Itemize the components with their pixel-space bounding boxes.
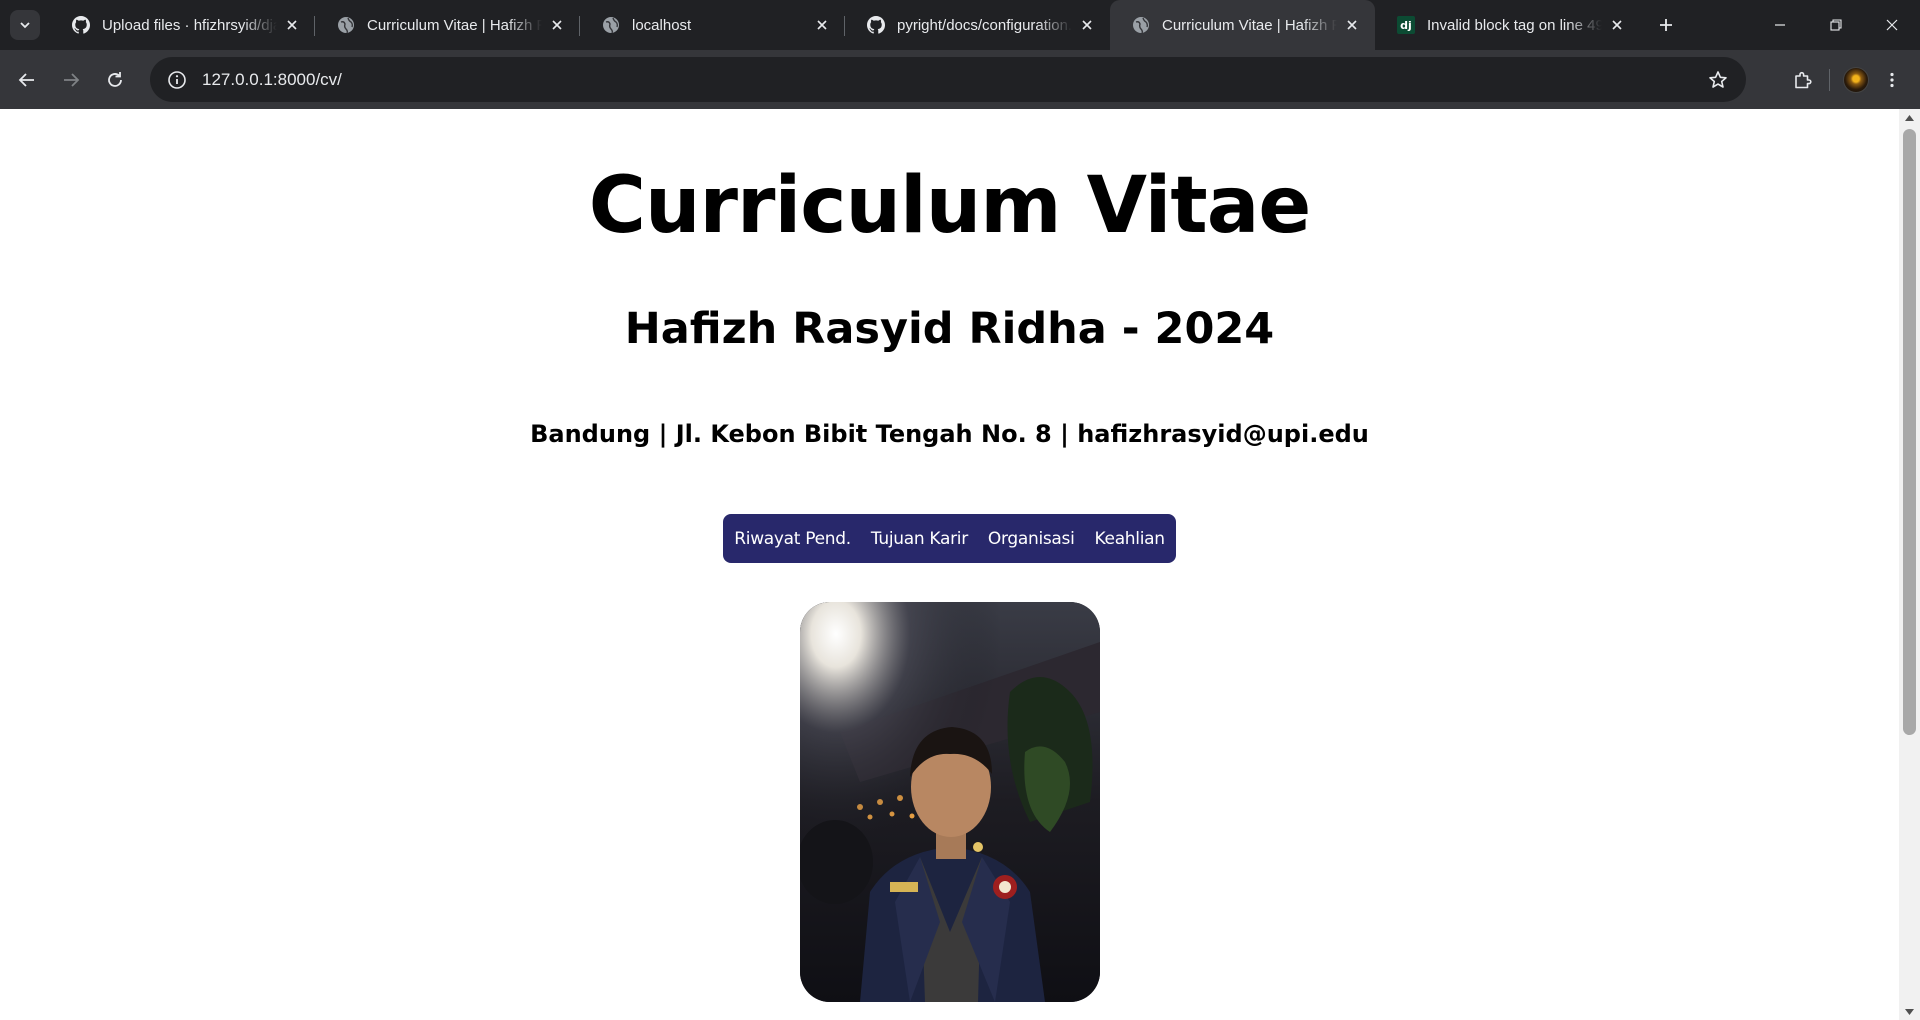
tab[interactable]: localhost — [580, 0, 845, 50]
minimize-button[interactable] — [1752, 0, 1808, 50]
url-text[interactable]: 127.0.0.1:8000/cv/ — [202, 70, 1706, 90]
scroll-down-arrow-icon[interactable] — [1899, 1003, 1920, 1020]
close-window-button[interactable] — [1864, 0, 1920, 50]
restore-button[interactable] — [1808, 0, 1864, 50]
close-icon — [1886, 19, 1898, 31]
menu-button[interactable] — [1874, 62, 1910, 98]
profile-photo — [800, 602, 1100, 1002]
address-bar[interactable]: 127.0.0.1:8000/cv/ — [150, 57, 1746, 102]
scrollbar-thumb[interactable] — [1903, 129, 1916, 735]
tab-title: Invalid block tag on line 49 — [1427, 16, 1602, 34]
chevron-down-icon — [20, 22, 30, 29]
django-icon: dj — [1397, 16, 1415, 34]
contact-info: Bandung | Jl. Kebon Bibit Tengah No. 8 |… — [530, 420, 1369, 448]
puzzle-icon — [1795, 71, 1812, 88]
section-nav: Riwayat Pend. Tujuan Karir Organisasi Ke… — [723, 514, 1176, 563]
tab-title: localhost — [632, 16, 692, 34]
github-icon — [867, 16, 885, 34]
reload-icon — [108, 71, 122, 87]
tab-strip: Upload files · hfizhrsyid/django Curricu… — [0, 0, 1920, 50]
name-heading: Hafizh Rasyid Ridha - 2024 — [624, 304, 1275, 354]
extensions-button[interactable] — [1785, 62, 1821, 98]
vertical-scrollbar[interactable] — [1899, 109, 1920, 1020]
bookmark-star-icon[interactable] — [1706, 68, 1730, 92]
close-icon[interactable] — [1343, 16, 1361, 34]
close-icon[interactable] — [283, 16, 301, 34]
globe-icon — [602, 16, 620, 34]
globe-icon — [1132, 16, 1150, 34]
tab[interactable]: Upload files · hfizhrsyid/django — [50, 0, 315, 50]
tab-title: Curriculum Vitae | Hafizh Rasyid Ridha — [367, 16, 542, 34]
toolbar-divider — [1829, 68, 1830, 91]
page-title: Curriculum Vitae — [588, 161, 1311, 251]
tab-title: Upload files · hfizhrsyid/django — [102, 16, 277, 34]
plus-icon — [1660, 19, 1672, 31]
reload-button[interactable] — [97, 62, 133, 98]
minimize-icon — [1775, 24, 1785, 26]
arrow-left-icon — [18, 72, 34, 87]
nav-link-organisasi[interactable]: Organisasi — [978, 529, 1085, 549]
back-button[interactable] — [9, 62, 45, 98]
profile-photo-illustration — [800, 602, 1100, 1002]
tab-active[interactable]: Curriculum Vitae | Hafizh Rasyid Ridha — [1110, 0, 1375, 50]
tab[interactable]: Curriculum Vitae | Hafizh Rasyid Ridha — [315, 0, 580, 50]
forward-button[interactable] — [53, 62, 89, 98]
tab-search-button[interactable] — [10, 10, 40, 40]
browser-toolbar: 127.0.0.1:8000/cv/ — [0, 50, 1920, 109]
page-viewport: Curriculum Vitae Hafizh Rasyid Ridha - 2… — [0, 109, 1899, 1020]
scroll-up-arrow-icon[interactable] — [1899, 109, 1920, 126]
tab[interactable]: dj Invalid block tag on line 49 — [1375, 0, 1640, 50]
tab-list: Upload files · hfizhrsyid/django Curricu… — [50, 0, 1640, 50]
close-icon[interactable] — [1608, 16, 1626, 34]
close-icon[interactable] — [548, 16, 566, 34]
arrow-right-icon — [64, 72, 80, 87]
tab-title: pyright/docs/configuration.md — [897, 16, 1072, 34]
nav-link-riwayat-pendidikan[interactable]: Riwayat Pend. — [724, 529, 861, 549]
tab[interactable]: pyright/docs/configuration.md — [845, 0, 1110, 50]
toolbar-right — [1785, 50, 1920, 109]
globe-icon — [337, 16, 355, 34]
site-info-icon[interactable] — [166, 69, 188, 91]
django-favicon-text: dj — [1397, 16, 1415, 34]
github-icon — [72, 16, 90, 34]
restore-icon — [1830, 19, 1842, 31]
tab-title: Curriculum Vitae | Hafizh Rasyid Ridha — [1162, 16, 1337, 34]
nav-link-tujuan-karir[interactable]: Tujuan Karir — [861, 529, 978, 549]
close-icon[interactable] — [813, 16, 831, 34]
nav-link-keahlian[interactable]: Keahlian — [1085, 529, 1175, 549]
window-controls — [1752, 0, 1920, 50]
new-tab-button[interactable] — [1648, 7, 1684, 43]
more-vert-icon — [1890, 72, 1894, 87]
close-icon[interactable] — [1078, 16, 1096, 34]
avatar — [1843, 66, 1869, 93]
profile-button[interactable] — [1838, 62, 1874, 98]
